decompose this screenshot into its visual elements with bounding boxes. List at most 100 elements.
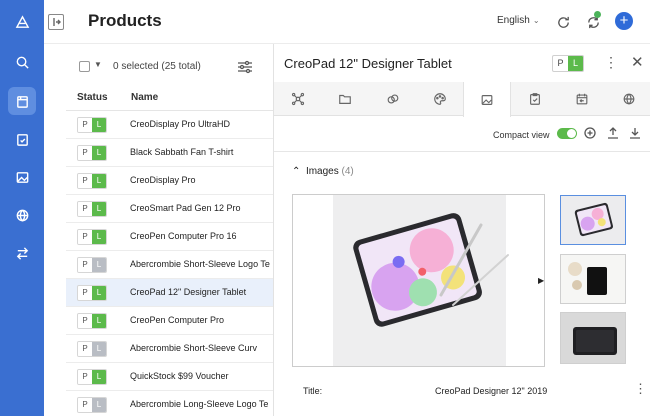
status-l: L xyxy=(92,146,106,160)
download-icon[interactable] xyxy=(628,126,642,140)
tab-folder[interactable] xyxy=(321,82,369,116)
status-badge: PL xyxy=(77,145,107,161)
thumbnail-2[interactable] xyxy=(560,254,626,304)
table-row[interactable]: P L Black Sabbath Fan T-shirt xyxy=(66,139,273,167)
tab-history[interactable] xyxy=(558,82,606,116)
status-badge: P L xyxy=(552,55,584,72)
more-options-icon[interactable]: ⋮ xyxy=(604,54,618,71)
refresh-icon[interactable] xyxy=(554,13,572,31)
main-product-image[interactable] xyxy=(292,194,545,367)
table-row[interactable]: P L Abercrombie Short-Sleeve Logo Te xyxy=(66,251,273,279)
page-title: Products xyxy=(88,11,162,30)
status-l: L xyxy=(92,398,106,412)
product-name: Abercrombie Long-Sleeve Logo Te xyxy=(130,399,269,409)
language-selector[interactable]: English ⌄ xyxy=(497,15,540,26)
calendar-icon xyxy=(576,93,588,105)
table-row[interactable]: P L CreoDisplay Pro UltraHD xyxy=(66,111,273,139)
column-status[interactable]: Status xyxy=(77,92,108,103)
more-options-icon[interactable]: ⋮ xyxy=(634,381,647,397)
status-p: P xyxy=(78,398,92,412)
status-badge: PL xyxy=(77,117,107,133)
next-image-arrow-icon[interactable]: ▶ xyxy=(538,276,544,285)
image-icon xyxy=(481,94,493,105)
tab-links[interactable] xyxy=(369,82,417,116)
product-name: Abercrombie Short-Sleeve Curv xyxy=(130,343,258,353)
status-p: P xyxy=(78,342,92,356)
notification-dot xyxy=(594,11,601,18)
transfer-icon[interactable] xyxy=(8,239,36,267)
clipboard-icon[interactable] xyxy=(8,125,36,153)
table-row[interactable]: P L Abercrombie Long-Sleeve Logo Te xyxy=(66,391,273,416)
product-name: CreoPad 12" Designer Tablet xyxy=(130,287,247,297)
status-p: P xyxy=(78,258,92,272)
product-name: Black Sabbath Fan T-shirt xyxy=(130,147,234,157)
tab-images[interactable] xyxy=(463,82,511,117)
status-l: L xyxy=(568,56,583,71)
close-icon[interactable]: ✕ xyxy=(631,53,644,71)
image-icon[interactable] xyxy=(8,163,36,191)
add-image-icon[interactable] xyxy=(583,126,597,140)
product-name: CreoPen Computer Pro 16 xyxy=(130,231,237,241)
product-name: CreoSmart Pad Gen 12 Pro xyxy=(130,203,241,213)
status-badge: PL xyxy=(77,173,107,189)
thumbnail-1[interactable] xyxy=(560,195,626,245)
title-field-label: Title: xyxy=(303,386,323,396)
status-p: P xyxy=(78,230,92,244)
status-p: P xyxy=(78,370,92,384)
column-name[interactable]: Name xyxy=(131,92,158,103)
status-l: L xyxy=(92,202,106,216)
folder-icon xyxy=(339,94,351,104)
title-field-value[interactable]: CreoPad Designer 12" 2019 xyxy=(435,386,547,396)
left-nav-rail xyxy=(0,0,44,416)
status-l: L xyxy=(92,370,106,384)
product-name: CreoPen Computer Pro xyxy=(130,315,225,325)
filter-settings-icon[interactable] xyxy=(237,60,253,77)
logo-icon[interactable] xyxy=(8,8,36,36)
compact-view-label: Compact view xyxy=(493,130,550,140)
table-row[interactable]: P L CreoPad 12" Designer Tablet xyxy=(66,279,273,307)
panel-title: CreoPad 12" Designer Tablet xyxy=(284,56,452,71)
selection-count: 0 selected (25 total) xyxy=(113,61,201,72)
status-l: L xyxy=(92,118,106,132)
thumbnail-3[interactable] xyxy=(560,312,626,364)
add-button[interactable]: + xyxy=(615,12,633,30)
table-row[interactable]: P L CreoSmart Pad Gen 12 Pro xyxy=(66,195,273,223)
product-name: CreoDisplay Pro UltraHD xyxy=(130,119,231,129)
collapse-sidebar-button[interactable] xyxy=(48,14,64,30)
table-row[interactable]: P L QuickStock $99 Voucher xyxy=(66,363,273,391)
status-l: L xyxy=(92,286,106,300)
status-badge: PL xyxy=(77,313,107,329)
palette-icon xyxy=(434,93,446,105)
tab-palette[interactable] xyxy=(416,82,464,116)
compact-view-toggle[interactable] xyxy=(557,128,577,139)
status-p: P xyxy=(78,146,92,160)
select-all-checkbox[interactable] xyxy=(79,61,90,72)
status-badge: PL xyxy=(77,201,107,217)
images-count: (4) xyxy=(341,166,354,177)
divider xyxy=(274,151,650,152)
panel-tabs xyxy=(274,82,650,117)
product-name: CreoDisplay Pro xyxy=(130,175,196,185)
status-badge: PL xyxy=(77,229,107,245)
globe-icon[interactable] xyxy=(8,201,36,229)
tab-tasks[interactable] xyxy=(511,82,559,116)
status-l: L xyxy=(92,258,106,272)
upload-icon[interactable] xyxy=(606,126,620,140)
images-section-toggle[interactable]: ⌃ Images (4) xyxy=(292,166,354,177)
tab-relations[interactable] xyxy=(274,82,322,116)
products-icon[interactable] xyxy=(8,87,36,115)
status-badge: PL xyxy=(77,397,107,413)
status-l: L xyxy=(92,230,106,244)
search-icon[interactable] xyxy=(8,48,36,76)
status-p: P xyxy=(78,286,92,300)
chevron-down-icon: ⌄ xyxy=(532,16,540,25)
tab-languages[interactable] xyxy=(605,82,650,116)
chevron-down-icon[interactable]: ▼ xyxy=(94,60,102,69)
table-row[interactable]: P L CreoPen Computer Pro xyxy=(66,307,273,335)
product-list: ▼ 0 selected (25 total) Status Name P L Cr… xyxy=(66,44,274,416)
table-row[interactable]: P L Abercrombie Short-Sleeve Curv xyxy=(66,335,273,363)
product-name: Abercrombie Short-Sleeve Logo Te xyxy=(130,259,270,269)
table-row[interactable]: P L CreoDisplay Pro xyxy=(66,167,273,195)
images-label: Images xyxy=(305,166,339,177)
table-row[interactable]: P L CreoPen Computer Pro 16 xyxy=(66,223,273,251)
